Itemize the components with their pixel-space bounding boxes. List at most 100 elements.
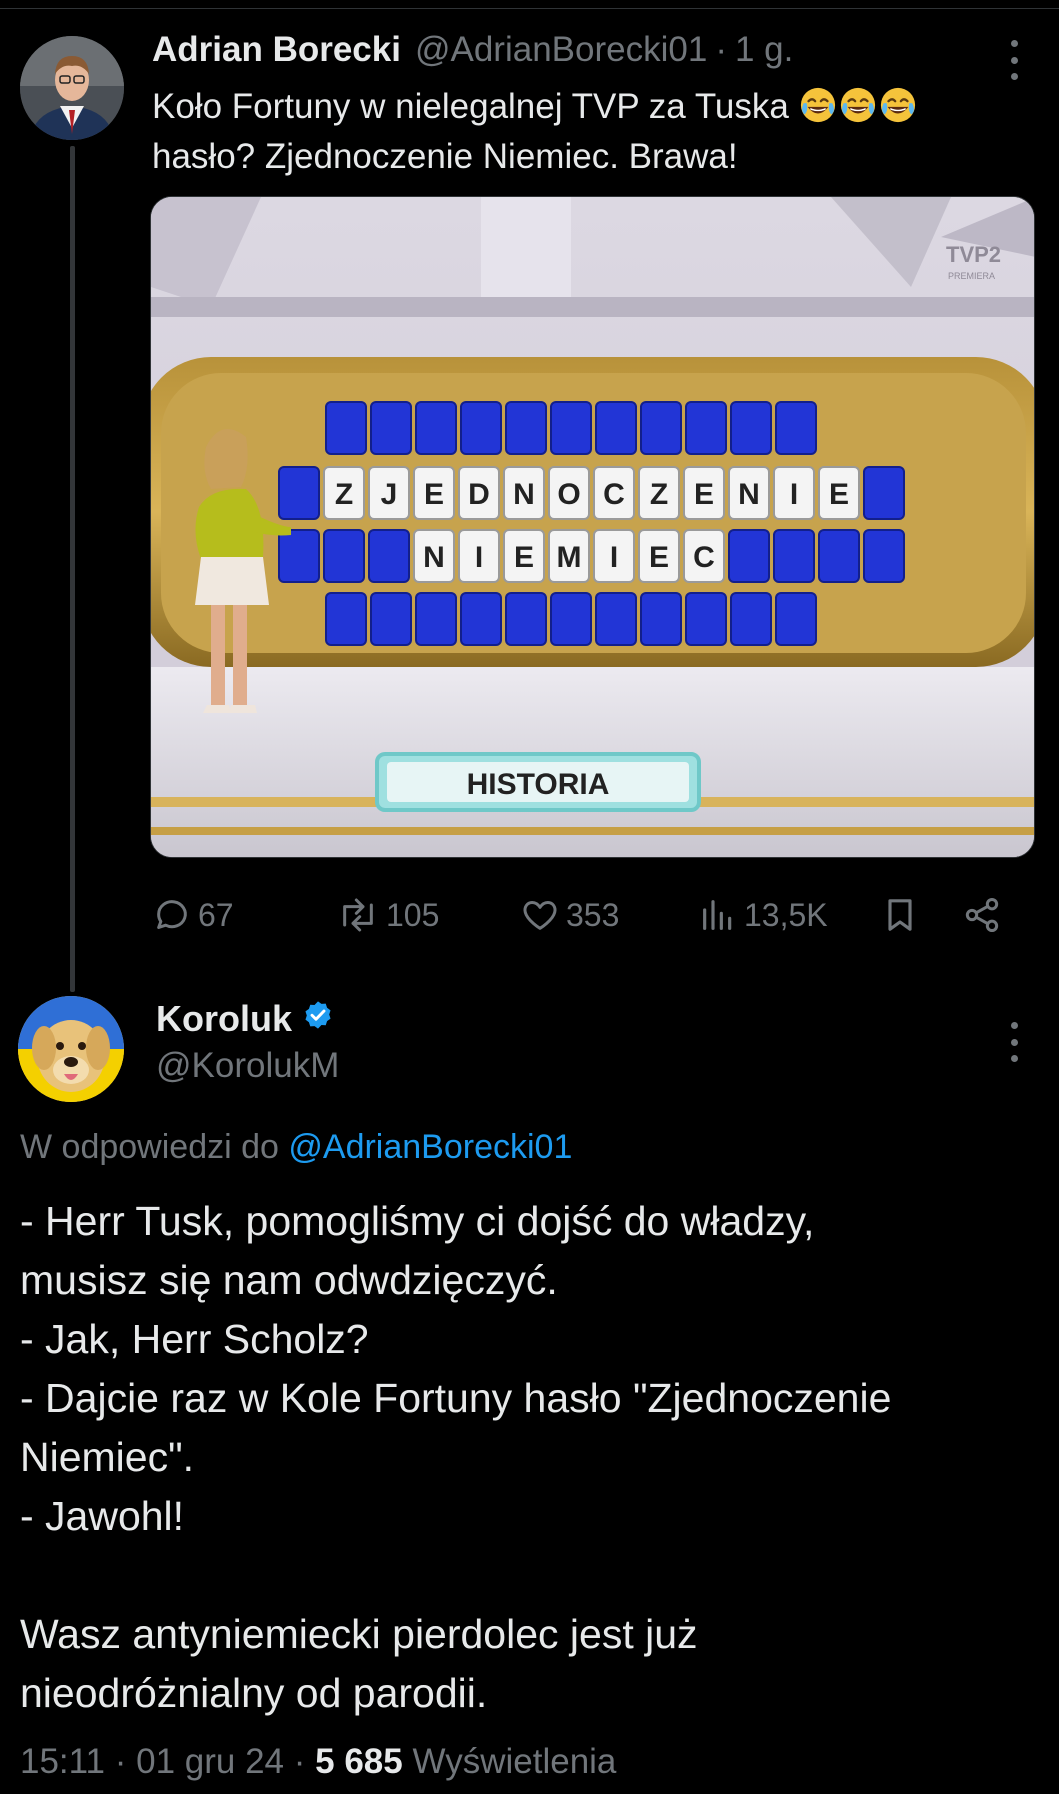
reply-author-name-row: Koroluk	[156, 998, 334, 1040]
board-blank-tile	[640, 592, 682, 646]
tweet-media-image[interactable]: TVP2 PREMIERA ZJEDNOCZENIENIEMIEC HISTOR…	[150, 196, 1035, 858]
board-letter: E	[649, 541, 669, 574]
board-blank-tile	[415, 592, 457, 646]
channel-logo: TVP2	[946, 242, 1001, 267]
board-letter-tile: I	[458, 529, 500, 583]
reply-text-line: - Herr Tusk, pomogliśmy ci dojść do wład…	[20, 1198, 815, 1244]
repost-count: 105	[386, 896, 440, 933]
board-blank-tile	[775, 401, 817, 455]
board-letter-tile: Z	[323, 466, 365, 520]
bookmark-button[interactable]	[880, 890, 920, 940]
reply-text: - Herr Tusk, pomogliśmy ci dojść do wład…	[20, 1192, 1040, 1723]
reply-views-count: 5 685	[315, 1742, 403, 1781]
board-letter-tile: Z	[638, 466, 680, 520]
board-letter-tile: E	[818, 466, 860, 520]
reply-views-label: Wyświetlenia	[412, 1742, 617, 1781]
like-count: 353	[566, 896, 620, 933]
top-divider	[0, 8, 1059, 9]
author-handle[interactable]: @AdrianBorecki01	[415, 30, 707, 70]
reply-more-options-icon[interactable]	[1000, 1022, 1028, 1062]
reply-text-line: Niemiec".	[20, 1434, 195, 1480]
like-button[interactable]: 353	[520, 890, 619, 940]
verified-badge-icon	[302, 998, 334, 1040]
board-letter-tile: M	[548, 529, 590, 583]
reply-mention-link[interactable]: @AdrianBorecki01	[288, 1128, 572, 1166]
reply-text-line: nieodróżnialny od parodii.	[20, 1670, 488, 1716]
tweet-header: Adrian Borecki @AdrianBorecki01 · 1 g.	[152, 30, 793, 76]
board-letter-tile: D	[458, 466, 500, 520]
board-blank-tile	[773, 529, 815, 583]
reply-icon	[157, 900, 187, 929]
tweet-text-line-1-content: Koło Fortuny w nielegalnej TVP za Tuska	[152, 87, 789, 126]
board-letter: D	[468, 478, 490, 511]
board-letter-tile: E	[503, 529, 545, 583]
views-button[interactable]: 13,5K	[698, 890, 828, 940]
board-letter-tile: C	[593, 466, 635, 520]
repost-button[interactable]: 105	[336, 890, 439, 940]
board-letter-tile: N	[728, 466, 770, 520]
author-avatar[interactable]	[20, 36, 124, 140]
reply-author-name[interactable]: Koroluk	[156, 998, 292, 1040]
header-separator: ·	[715, 30, 727, 69]
reply-text-line: - Jawohl!	[20, 1493, 185, 1539]
reply-text-line: - Jak, Herr Scholz?	[20, 1316, 369, 1362]
meta-separator-1: ·	[114, 1742, 127, 1781]
reply-meta: 15:11 · 01 gru 24 · 5 685 Wyświetlenia	[20, 1742, 616, 1782]
share-button[interactable]	[962, 890, 1002, 940]
board-letter: C	[603, 478, 625, 511]
tweet-time[interactable]: 1 g.	[735, 30, 793, 70]
board-letter-tile: E	[413, 466, 455, 520]
board-blank-tile	[325, 592, 367, 646]
board-blank-tile	[460, 592, 502, 646]
reply-text-line	[20, 1546, 1040, 1605]
board-blank-tile	[505, 401, 547, 455]
emoji-group	[799, 87, 919, 126]
board-blank-tile	[863, 529, 905, 583]
reply-time[interactable]: 15:11	[20, 1742, 105, 1781]
channel-sub: PREMIERA	[948, 271, 995, 281]
board-letter: E	[694, 478, 714, 511]
board-blank-tile	[818, 529, 860, 583]
board-blank-tile	[323, 529, 365, 583]
bookmark-icon	[888, 899, 912, 931]
reply-text-line: - Dajcie raz w Kole Fortuny hasło "Zjedn…	[20, 1375, 892, 1421]
tweet-text-line-2: hasło? Zjednoczenie Niemiec. Brawa!	[152, 137, 738, 176]
board-letter: E	[424, 478, 444, 511]
board-letter: N	[738, 478, 760, 511]
board-letter: N	[513, 478, 535, 511]
reply-date[interactable]: 01 gru 24	[136, 1742, 284, 1781]
board-blank-tile	[325, 401, 367, 455]
board-letter-tile: E	[638, 529, 680, 583]
board-blank-tile	[595, 592, 637, 646]
board-letter: C	[693, 541, 715, 574]
board-blank-tile	[595, 401, 637, 455]
board-blank-tile	[730, 592, 772, 646]
board-letter-tile: N	[413, 529, 455, 583]
board-letter: E	[829, 478, 849, 511]
board-letter-tile: I	[773, 466, 815, 520]
reply-count: 67	[198, 896, 234, 933]
author-name[interactable]: Adrian Borecki	[152, 30, 401, 70]
board-blank-tile	[550, 592, 592, 646]
board-letter-tile: E	[683, 466, 725, 520]
reply-text-line: Wasz antyniemiecki pierdolec jest już	[20, 1611, 698, 1657]
reply-author-avatar[interactable]	[18, 996, 124, 1102]
board-blank-tile	[415, 401, 457, 455]
board-blank-tile	[278, 466, 320, 520]
board-blank-tile	[550, 401, 592, 455]
reply-author-handle[interactable]: @KorolukM	[156, 1046, 339, 1086]
reply-prefix: W odpowiedzi do	[20, 1128, 279, 1166]
face-with-tears-of-joy-icon	[880, 87, 915, 123]
board-blank-tile	[685, 592, 727, 646]
more-options-icon[interactable]	[1000, 40, 1028, 80]
tweet-action-bar: 67 105 353 13,5K	[152, 890, 1032, 940]
thread-connector-line	[70, 146, 75, 992]
tweet-text-line-1: Koło Fortuny w nielegalnej TVP za Tuska	[152, 82, 1032, 132]
reply-button[interactable]: 67	[152, 890, 234, 940]
board-letter: J	[381, 478, 398, 511]
board-letter: I	[790, 478, 798, 511]
reply-text-line: musisz się nam odwdzięczyć.	[20, 1257, 558, 1303]
bar-chart-icon	[703, 900, 732, 930]
tweet-text: Koło Fortuny w nielegalnej TVP za Tuska …	[152, 82, 1032, 182]
board-letter-tile: J	[368, 466, 410, 520]
